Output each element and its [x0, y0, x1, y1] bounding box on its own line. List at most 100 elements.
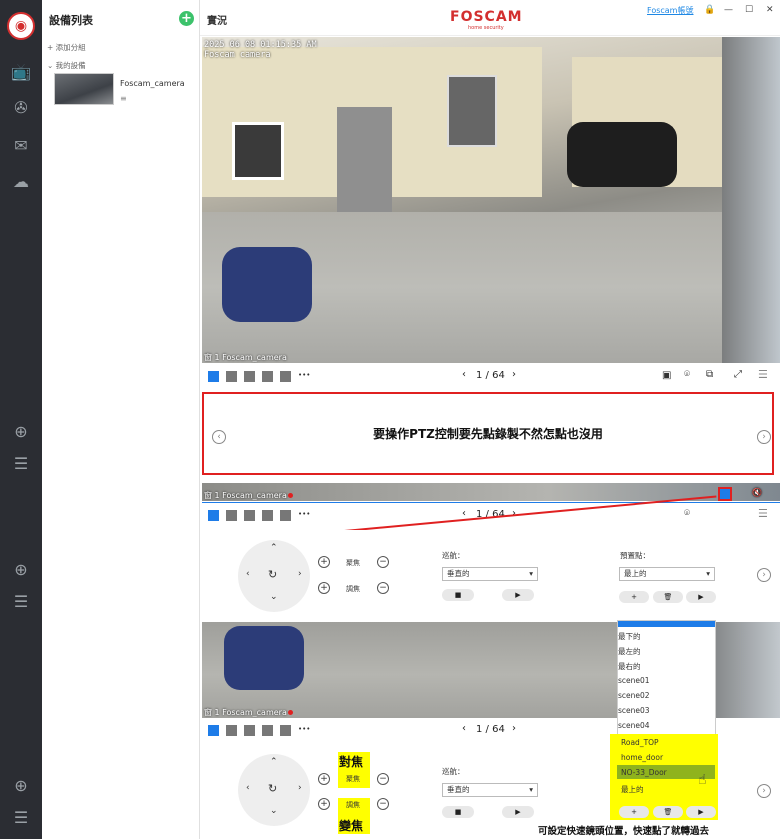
record-icon[interactable]: ▣	[662, 370, 671, 381]
ptz-left-icon[interactable]: ‹	[246, 569, 250, 579]
camera-name[interactable]: Foscam_camera	[120, 79, 185, 88]
camera-thumbnail[interactable]	[54, 73, 114, 105]
add-icon[interactable]: ⊕	[9, 558, 33, 580]
ptz-right-icon[interactable]: ›	[298, 569, 302, 579]
preset-option-selected[interactable]: NO-33_Door	[621, 768, 667, 777]
layout-9-button[interactable]	[280, 725, 291, 736]
next-page-button[interactable]: ›	[512, 369, 516, 380]
preset-delete-button[interactable]: 🗑	[653, 591, 683, 603]
preset-option[interactable]: Road_TOP	[621, 738, 659, 747]
layout-6-button[interactable]	[244, 725, 255, 736]
more-layouts-button[interactable]: •••	[298, 725, 310, 733]
mute-icon[interactable]: 🔇	[752, 488, 762, 497]
preset-go-button[interactable]: ▶	[686, 806, 716, 818]
add-icon[interactable]: ⊕	[9, 774, 33, 796]
focus-plus-button[interactable]: +	[318, 556, 330, 568]
more-layouts-button[interactable]: •••	[298, 371, 310, 379]
maximize-button[interactable]: ☐	[745, 5, 753, 15]
ptz-left-icon[interactable]: ‹	[246, 783, 250, 793]
video-timestamp: 2025 06 08 01:15:35 AM	[204, 40, 317, 50]
layout-1-button[interactable]	[208, 725, 219, 736]
focus-plus-button[interactable]: +	[318, 773, 330, 785]
settings-menu-icon[interactable]: ☰	[758, 507, 768, 520]
minimize-button[interactable]: —	[724, 5, 733, 15]
ptz-icon[interactable]: ⌾	[684, 508, 690, 519]
ptz-reset-icon[interactable]: ↻	[268, 782, 277, 795]
preset-option[interactable]: 最上的	[621, 784, 644, 795]
add-group-link[interactable]: + 添加分組	[47, 42, 86, 53]
ptz-reset-icon[interactable]: ↻	[268, 568, 277, 581]
ptz-down-icon[interactable]: ⌄	[270, 806, 278, 816]
layout-6-button[interactable]	[244, 510, 255, 521]
camera-menu-icon[interactable]: ≡	[120, 94, 127, 103]
layout-4-button[interactable]	[226, 725, 237, 736]
preset-add-button[interactable]: +	[619, 591, 649, 603]
pip-icon[interactable]: ⧉	[706, 369, 713, 380]
focus-minus-button[interactable]: −	[377, 773, 389, 785]
live-icon[interactable]: 📺	[9, 60, 33, 82]
prev-page-button[interactable]: ‹	[462, 369, 466, 380]
add-device-button[interactable]: +	[179, 11, 194, 26]
layout-4-button[interactable]	[226, 510, 237, 521]
record-highlight-box[interactable]	[718, 487, 732, 501]
video-feed-main[interactable]: 2025 06 08 01:15:35 AM Foscam camera 窗 1…	[202, 37, 780, 363]
cruise-stop-button[interactable]: ■	[442, 589, 474, 601]
layout-6-button[interactable]	[244, 371, 255, 382]
next-arrow-icon[interactable]: ›	[757, 568, 771, 582]
more-layouts-button[interactable]: •••	[298, 510, 310, 518]
add-icon[interactable]: ⊕	[9, 420, 33, 442]
settings-menu-icon[interactable]: ☰	[758, 368, 768, 381]
menu-icon[interactable]: ☰	[9, 590, 33, 612]
playback-icon[interactable]: ✇	[9, 96, 33, 118]
account-link[interactable]: Foscam帳號	[647, 5, 693, 16]
layout-8-button[interactable]	[262, 725, 273, 736]
preset-go-button[interactable]: ▶	[686, 591, 716, 603]
preset-option[interactable]: 最左的	[618, 646, 641, 657]
preset-option[interactable]: scene02	[618, 691, 650, 700]
message-icon[interactable]: ✉	[9, 134, 33, 156]
cruise-play-button[interactable]: ▶	[502, 806, 534, 818]
zoom-plus-button[interactable]: +	[318, 582, 330, 594]
layout-9-button[interactable]	[280, 510, 291, 521]
cloud-icon[interactable]: ☁	[9, 170, 33, 192]
zoom-minus-button[interactable]: −	[377, 798, 389, 810]
fullscreen-icon[interactable]: ⤢	[734, 369, 742, 380]
focus-minus-button[interactable]: −	[377, 556, 389, 568]
lock-icon[interactable]: 🔒	[704, 5, 715, 15]
ptz-down-icon[interactable]: ⌄	[270, 592, 278, 602]
cruise-select[interactable]: 垂直的 ▾	[442, 567, 538, 581]
next-arrow-icon[interactable]: ›	[757, 784, 771, 798]
ptz-right-icon[interactable]: ›	[298, 783, 302, 793]
my-devices-group[interactable]: ⌄ 我的設備	[47, 60, 86, 71]
preset-option[interactable]: 最下的	[618, 631, 641, 642]
close-button[interactable]: ✕	[766, 5, 774, 15]
preset-option[interactable]: scene01	[618, 676, 650, 685]
preset-add-button[interactable]: +	[619, 806, 649, 818]
preset-select[interactable]: 最上的 ▾	[619, 567, 715, 581]
prev-page-button[interactable]: ‹	[462, 508, 466, 519]
layout-1-button[interactable]	[208, 510, 219, 521]
cruise-stop-button[interactable]: ■	[442, 806, 474, 818]
layout-4-button[interactable]	[226, 371, 237, 382]
layout-1-button[interactable]	[208, 371, 219, 382]
preset-option[interactable]: 最右的	[618, 661, 641, 672]
next-page-button[interactable]: ›	[512, 723, 516, 734]
layout-8-button[interactable]	[262, 371, 273, 382]
cruise-select[interactable]: 垂直的 ▾	[442, 783, 538, 797]
cruise-play-button[interactable]: ▶	[502, 589, 534, 601]
next-arrow-icon[interactable]: ›	[757, 430, 771, 444]
menu-icon[interactable]: ☰	[9, 452, 33, 474]
zoom-plus-button[interactable]: +	[318, 798, 330, 810]
preset-option[interactable]: home_door	[621, 753, 663, 762]
preset-delete-button[interactable]: 🗑	[653, 806, 683, 818]
ptz-icon[interactable]: ⌾	[684, 369, 690, 380]
layout-8-button[interactable]	[262, 510, 273, 521]
prev-page-button[interactable]: ‹	[462, 723, 466, 734]
layout-9-button[interactable]	[280, 371, 291, 382]
preset-option[interactable]: scene04	[618, 721, 650, 730]
ptz-up-icon[interactable]: ⌃	[270, 757, 278, 767]
menu-icon[interactable]: ☰	[9, 806, 33, 828]
ptz-up-icon[interactable]: ⌃	[270, 543, 278, 553]
zoom-minus-button[interactable]: −	[377, 582, 389, 594]
preset-option[interactable]: scene03	[618, 706, 650, 715]
